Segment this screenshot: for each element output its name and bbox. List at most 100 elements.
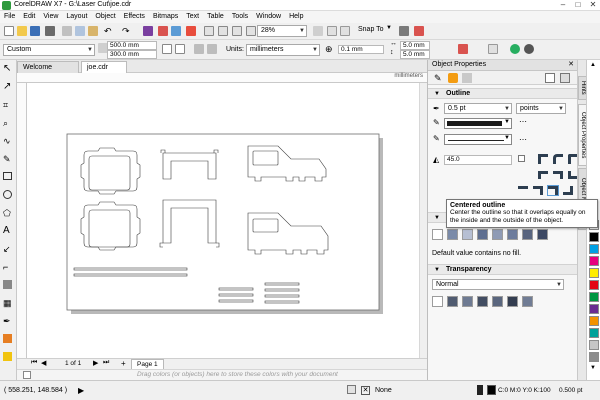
- corner-lock-icon[interactable]: [518, 155, 525, 162]
- menu-window[interactable]: Window: [252, 11, 285, 23]
- color-swatch[interactable]: [589, 244, 599, 254]
- zoom-level-combo[interactable]: 28% ▼: [257, 25, 307, 37]
- all-pages-icon[interactable]: [194, 44, 204, 54]
- color-swatch[interactable]: [589, 328, 599, 338]
- transparency-tool-icon[interactable]: ▦: [3, 298, 14, 309]
- vector-pattern-fill-icon[interactable]: [477, 229, 488, 240]
- color-swatch[interactable]: [589, 304, 599, 314]
- color-swatch[interactable]: [589, 268, 599, 278]
- artistic-media-tool-icon[interactable]: ✎: [3, 154, 14, 165]
- crop-tool-icon[interactable]: ⌗: [3, 100, 14, 111]
- close-icon[interactable]: ✕: [586, 0, 600, 10]
- last-page-icon[interactable]: ⏭: [103, 359, 109, 367]
- open-folder-icon[interactable]: [17, 26, 27, 36]
- tab-welcome-screen[interactable]: Welcome Screen: [17, 61, 79, 82]
- next-arrow-icon[interactable]: ▶: [78, 386, 84, 395]
- print-icon[interactable]: [45, 26, 55, 36]
- corel-connect-icon[interactable]: [232, 26, 242, 36]
- no-color-swatch-icon[interactable]: [23, 371, 31, 379]
- launch-icon[interactable]: [510, 44, 520, 54]
- show-grid-icon[interactable]: [340, 26, 350, 36]
- document-palette[interactable]: Drag colors (or objects) here to store t…: [17, 369, 427, 380]
- inside-outline-icon[interactable]: [533, 186, 543, 195]
- color-swatch[interactable]: [589, 340, 599, 350]
- summary-view-icon[interactable]: [545, 73, 555, 83]
- horizontal-ruler[interactable]: millimeters: [17, 73, 427, 83]
- units-combo[interactable]: millimeters ▼: [246, 44, 320, 56]
- next-page-icon[interactable]: ▶: [93, 359, 98, 367]
- menu-view[interactable]: View: [39, 11, 62, 23]
- ellipse-tool-icon[interactable]: [3, 190, 12, 199]
- page-width-field[interactable]: 500.0 mm: [107, 41, 157, 50]
- full-screen-icon[interactable]: [246, 26, 256, 36]
- text-tool-icon[interactable]: A: [3, 226, 14, 237]
- two-color-transparency-icon[interactable]: [507, 296, 518, 307]
- uniform-fill-icon[interactable]: [447, 229, 458, 240]
- pick-tool-icon[interactable]: ↖: [3, 64, 14, 75]
- outline-color-eyedropper-icon[interactable]: ⋯: [519, 117, 527, 126]
- detail-view-icon[interactable]: [560, 73, 570, 83]
- quick-customize-icon[interactable]: [488, 44, 498, 54]
- rectangle-tool-icon[interactable]: [3, 172, 12, 180]
- outside-outline-icon[interactable]: [518, 186, 528, 195]
- color-swatch[interactable]: [589, 232, 599, 242]
- treat-as-filled-icon[interactable]: [458, 44, 468, 54]
- vertical-ruler[interactable]: [17, 83, 27, 358]
- connector-tool-icon[interactable]: ⌐: [3, 262, 14, 273]
- chevron-down-icon[interactable]: ▼: [386, 25, 392, 31]
- fountain-transparency-icon[interactable]: [462, 296, 473, 307]
- round-corner-icon[interactable]: [553, 154, 563, 164]
- minimize-icon[interactable]: –: [556, 0, 570, 10]
- maximize-icon[interactable]: □: [571, 0, 585, 10]
- no-transparency-icon[interactable]: [432, 296, 443, 307]
- nudge-distance-field[interactable]: 0.1 mm: [338, 45, 384, 54]
- new-document-icon[interactable]: [4, 26, 14, 36]
- show-rulers-icon[interactable]: [327, 26, 337, 36]
- menu-table[interactable]: Table: [203, 11, 228, 23]
- duplicate-distance-x-field[interactable]: 5.0 mm: [400, 41, 430, 50]
- menu-help[interactable]: Help: [285, 11, 307, 23]
- color-swatch[interactable]: [589, 280, 599, 290]
- color-swatch[interactable]: [589, 256, 599, 266]
- first-page-icon[interactable]: ⏮: [31, 359, 37, 367]
- square-cap-icon[interactable]: [568, 171, 577, 179]
- connect-icon[interactable]: [524, 44, 534, 54]
- color-swatch[interactable]: [589, 292, 599, 302]
- vector-pattern-transparency-icon[interactable]: [477, 296, 488, 307]
- uniform-transparency-icon[interactable]: [447, 296, 458, 307]
- search-content-icon[interactable]: [143, 26, 153, 36]
- outline-color-picker[interactable]: ▼: [444, 118, 512, 129]
- transparency-section-header[interactable]: ▼ Transparency: [428, 264, 578, 275]
- landscape-icon[interactable]: [175, 44, 185, 54]
- application-launcher-icon[interactable]: [204, 26, 214, 36]
- outline-properties-icon[interactable]: ✎: [434, 73, 444, 83]
- tab-joe-cdr[interactable]: joe.cdr: [81, 61, 127, 73]
- outline-width-combo[interactable]: 0.5 pt ▼: [444, 103, 512, 114]
- outline-units-combo[interactable]: points ▼: [516, 103, 566, 114]
- outline-section-header[interactable]: ▼ Outline: [428, 88, 578, 99]
- eyedropper-tool-icon[interactable]: ✒: [3, 316, 14, 327]
- parallel-dimension-tool-icon[interactable]: ↙: [3, 244, 14, 255]
- bitmap-pattern-transparency-icon[interactable]: [492, 296, 503, 307]
- centered-outline-icon[interactable]: [547, 185, 559, 196]
- welcome-screen-icon[interactable]: [218, 26, 228, 36]
- options-icon[interactable]: [399, 26, 409, 36]
- duplicate-distance-y-field[interactable]: 5.0 mm: [400, 50, 430, 59]
- freehand-tool-icon[interactable]: ∿: [3, 136, 14, 147]
- miter-limit-field[interactable]: 45.0: [444, 155, 512, 165]
- line-style-more-icon[interactable]: ⋯: [519, 135, 527, 144]
- save-icon[interactable]: [30, 26, 40, 36]
- copy-icon[interactable]: [75, 26, 85, 36]
- export-icon[interactable]: [171, 26, 181, 36]
- interactive-fill-tool-icon[interactable]: [3, 334, 12, 343]
- drawing-canvas[interactable]: [27, 83, 427, 358]
- texture-transparency-icon[interactable]: [522, 296, 533, 307]
- current-page-icon[interactable]: [207, 44, 217, 54]
- snap-to-button[interactable]: Snap To: [358, 26, 384, 33]
- shape-tool-icon[interactable]: ↗: [3, 82, 14, 93]
- drop-shadow-tool-icon[interactable]: [3, 280, 12, 289]
- menu-tools[interactable]: Tools: [228, 11, 252, 23]
- zoom-tool-icon[interactable]: ⌕: [3, 118, 14, 129]
- two-color-fill-icon[interactable]: [507, 229, 518, 240]
- texture-fill-icon[interactable]: [522, 229, 533, 240]
